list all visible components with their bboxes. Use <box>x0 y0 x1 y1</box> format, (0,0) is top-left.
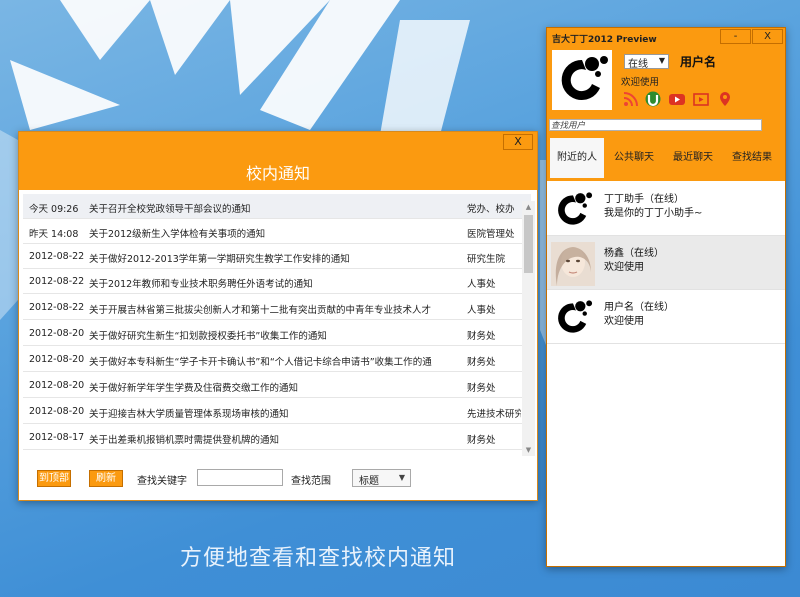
notice-date: 2012-08-22 <box>29 302 85 313</box>
notice-row[interactable]: 2012-08-20 关于迎接吉林大学质量管理体系现场审核的通知 先进技术研究 <box>23 399 531 424</box>
notice-date: 2012-08-20 <box>29 406 85 417</box>
notice-row[interactable]: 今天 09:26 关于召开全校党政领导干部会议的通知 党办、校办 <box>23 194 531 219</box>
refresh-button[interactable]: 刷新 <box>89 470 123 487</box>
chevron-down-icon: ▼ <box>658 56 665 65</box>
contact-avatar <box>551 188 595 232</box>
scroll-thumb[interactable] <box>524 215 533 273</box>
contact-message: 我是你的丁丁小助手~ <box>604 208 703 219</box>
notice-dept: 先进技术研究 <box>467 409 521 420</box>
notice-title-link[interactable]: 关于2012级新生入学体检有关事项的通知 <box>89 226 459 240</box>
contact-name: 丁丁助手（在线） <box>604 194 684 205</box>
notice-dept: 财务处 <box>467 435 496 446</box>
tab-public-chat[interactable]: 公共聊天 <box>605 138 663 178</box>
notice-dept: 财务处 <box>467 331 496 342</box>
contact-item[interactable]: 杨鑫（在线） 欢迎使用 <box>547 236 785 290</box>
to-top-button[interactable]: 到顶部 <box>37 470 71 487</box>
notice-dept: 研究生院 <box>467 254 506 265</box>
range-select[interactable]: 标题 ▼ <box>352 469 411 487</box>
slogan: 方便地查看和查找校内通知 <box>180 546 457 571</box>
im-window: 吉大丁丁2012 Preview - X 在线 ▼ 用户名 欢迎使用 查找用户 … <box>546 27 786 567</box>
range-select-value: 标题 <box>359 476 379 487</box>
tab-nearby[interactable]: 附近的人 <box>550 138 604 178</box>
notice-title-link[interactable]: 关于做好新学年学生学费及住宿费交缴工作的通知 <box>89 380 459 394</box>
contact-name: 杨鑫（在线） <box>604 248 664 259</box>
notice-row[interactable]: 2012-08-22 关于开展吉林省第三批拔尖创新人才和第十二批有突出贡献的中青… <box>23 295 531 320</box>
notice-title-link[interactable]: 关于出差乘机报销机票时需提供登机牌的通知 <box>89 432 459 446</box>
notice-row[interactable]: 昨天 14:08 关于2012级新生入学体检有关事项的通知 医院管理处 <box>23 219 531 244</box>
notice-row[interactable]: 2012-08-20 关于做好新学年学生学费及住宿费交缴工作的通知 财务处 <box>23 373 531 398</box>
contact-item[interactable]: 丁丁助手（在线） 我是你的丁丁小助手~ <box>547 182 785 236</box>
contact-avatar <box>551 296 595 340</box>
username: 用户名 <box>680 55 717 69</box>
notice-title-link[interactable]: 关于做好本专科新生“学子卡开卡确认书”和“个人借记卡综合申请书”收集工作的通 <box>89 354 459 368</box>
contact-message: 欢迎使用 <box>604 262 644 273</box>
notice-close-button[interactable]: X <box>503 134 533 150</box>
search-placeholder: 查找用户 <box>551 121 586 131</box>
scroll-down-icon[interactable]: ▼ <box>522 444 535 456</box>
user-search-input[interactable]: 查找用户 <box>549 119 762 131</box>
notice-row[interactable]: 2012-08-17 关于出差乘机报销机票时需提供登机牌的通知 财务处 <box>23 425 531 450</box>
welcome-text: 欢迎使用 <box>621 77 660 88</box>
contact-photo-avatar <box>551 242 595 286</box>
contact-name: 用户名（在线） <box>604 302 674 313</box>
notice-date: 2012-08-20 <box>29 328 85 339</box>
notice-dept: 财务处 <box>467 357 496 368</box>
notice-dept: 党办、校办 <box>467 204 515 215</box>
tab-search-results[interactable]: 查找结果 <box>723 138 781 178</box>
notice-title-link[interactable]: 关于做好2012-2013学年第一学期研究生教学工作安排的通知 <box>89 251 459 265</box>
dingding-logo-icon <box>561 56 608 100</box>
notice-dept: 财务处 <box>467 383 496 394</box>
notice-header: X 校内通知 <box>19 132 537 190</box>
close-button[interactable]: X <box>752 29 783 44</box>
notice-row[interactable]: 2012-08-22 关于2012年教师和专业技术职务聘任外语考试的通知 人事处 <box>23 269 531 294</box>
notice-title-link[interactable]: 关于做好研究生新生“扣划款授权委托书”收集工作的通知 <box>89 328 459 342</box>
video-icon[interactable] <box>693 91 709 107</box>
range-label: 查找范围 <box>291 476 331 487</box>
location-pin-icon[interactable] <box>717 91 733 107</box>
contact-message: 欢迎使用 <box>604 316 644 327</box>
notice-dept: 人事处 <box>467 279 496 290</box>
status-select[interactable]: 在线 ▼ <box>624 54 669 70</box>
keyword-input[interactable] <box>197 469 283 486</box>
notice-title-link[interactable]: 关于迎接吉林大学质量管理体系现场审核的通知 <box>89 406 459 420</box>
dingding-logo-icon <box>558 300 593 333</box>
notice-date: 昨天 14:08 <box>29 229 79 240</box>
notice-date: 今天 09:26 <box>29 204 79 215</box>
notice-title-link[interactable]: 关于开展吉林省第三批拔尖创新人才和第十二批有突出贡献的中青年专业技术人才 <box>89 302 459 316</box>
utorrent-icon[interactable] <box>645 91 661 107</box>
notice-title: 校内通知 <box>245 164 310 183</box>
dingding-logo-icon <box>558 192 593 225</box>
im-header: 吉大丁丁2012 Preview - X 在线 ▼ 用户名 欢迎使用 查找用户 … <box>547 28 785 181</box>
rss-icon[interactable] <box>623 91 639 107</box>
notice-footer: 到顶部 刷新 查找关键字 查找范围 标题 ▼ <box>19 460 537 500</box>
notice-window: X 校内通知 今天 09:26 关于召开全校党政领导干部会议的通知 党办、校办 … <box>18 131 538 501</box>
scroll-up-icon[interactable]: ▲ <box>522 201 535 213</box>
person-photo-icon <box>551 242 595 286</box>
youtube-icon[interactable] <box>669 91 685 107</box>
notice-dept: 医院管理处 <box>467 229 515 240</box>
keyword-label: 查找关键字 <box>137 476 187 487</box>
notice-title-link[interactable]: 关于召开全校党政领导干部会议的通知 <box>89 201 459 215</box>
notice-scrollbar[interactable]: ▲ ▼ <box>522 201 535 456</box>
minimize-button[interactable]: - <box>720 29 751 44</box>
avatar[interactable] <box>552 50 612 110</box>
notice-row[interactable]: 2012-08-22 关于做好2012-2013学年第一学期研究生教学工作安排的… <box>23 244 531 269</box>
notice-list: 今天 09:26 关于召开全校党政领导干部会议的通知 党办、校办 昨天 14:0… <box>23 194 551 456</box>
notice-date: 2012-08-22 <box>29 276 85 287</box>
chevron-down-icon: ▼ <box>398 473 405 482</box>
notice-date: 2012-08-17 <box>29 432 85 443</box>
tab-recent-chat[interactable]: 最近聊天 <box>664 138 722 178</box>
notice-row[interactable]: 2012-08-20 关于做好本专科新生“学子卡开卡确认书”和“个人借记卡综合申… <box>23 347 531 372</box>
notice-title-link[interactable]: 关于2012年教师和专业技术职务聘任外语考试的通知 <box>89 276 459 290</box>
notice-date: 2012-08-20 <box>29 380 85 391</box>
contact-item[interactable]: 用户名（在线） 欢迎使用 <box>547 290 785 344</box>
notice-date: 2012-08-22 <box>29 251 85 262</box>
app-title: 吉大丁丁2012 Preview <box>552 35 657 45</box>
im-tabs: 附近的人 公共聊天 最近聊天 查找结果 <box>547 138 785 178</box>
status-value: 在线 <box>628 59 648 70</box>
notice-row[interactable]: 2012-08-20 关于做好研究生新生“扣划款授权委托书”收集工作的通知 财务… <box>23 321 531 346</box>
notice-dept: 人事处 <box>467 305 496 316</box>
notice-date: 2012-08-20 <box>29 354 85 365</box>
